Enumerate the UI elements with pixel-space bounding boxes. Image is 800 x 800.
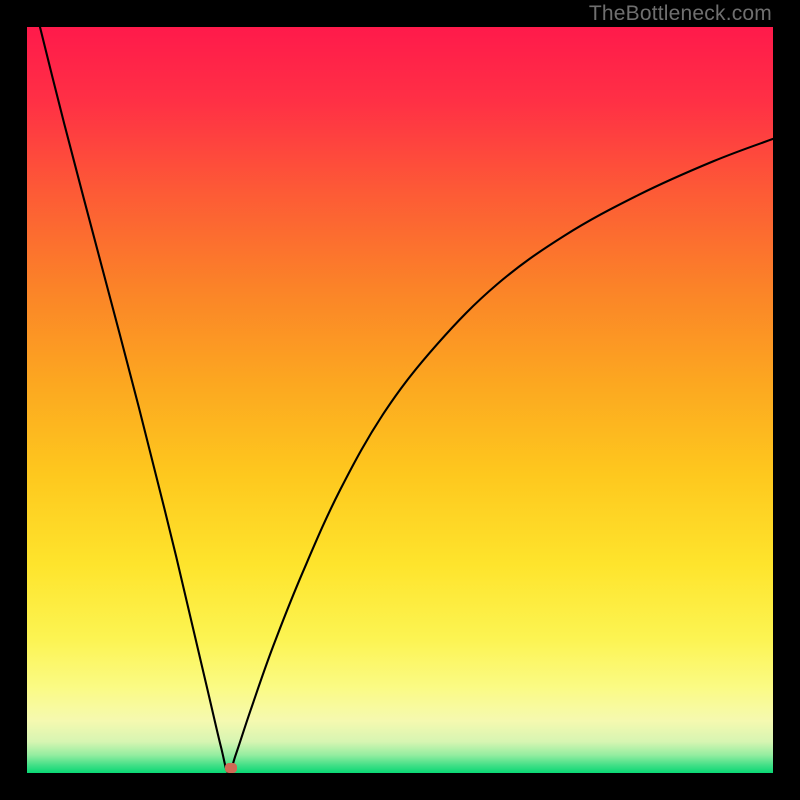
plot-area <box>27 27 773 773</box>
bottleneck-curve <box>27 27 773 773</box>
optimal-point-marker <box>225 763 237 773</box>
chart-frame: TheBottleneck.com <box>0 0 800 800</box>
watermark-text: TheBottleneck.com <box>589 2 772 26</box>
curve-layer <box>27 27 773 773</box>
